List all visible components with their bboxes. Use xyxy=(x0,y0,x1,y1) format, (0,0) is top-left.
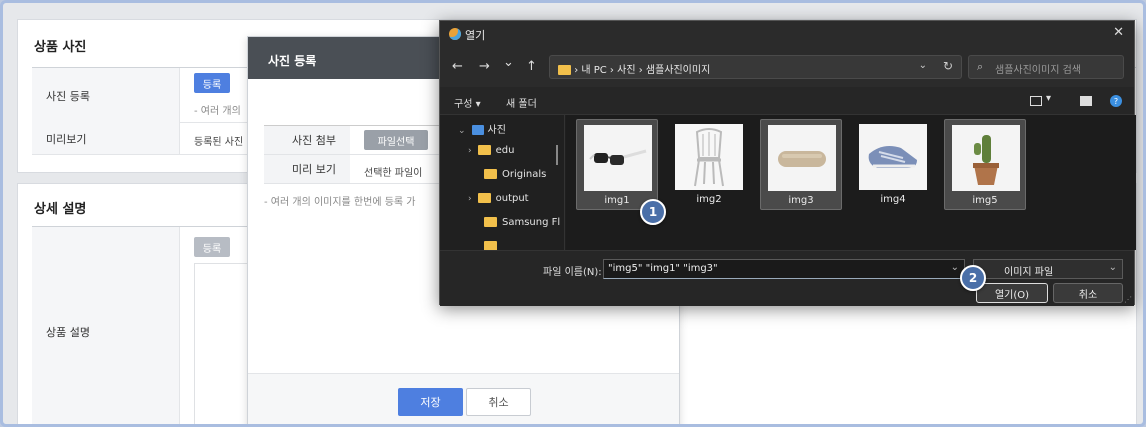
filetype-chevron-icon[interactable]: ⌄ xyxy=(1109,262,1117,273)
cactus-icon xyxy=(952,125,1020,191)
cushion-icon xyxy=(768,125,836,191)
file-tile-img1[interactable]: img1 xyxy=(576,119,658,210)
folder-icon xyxy=(484,217,497,227)
file-tile-img4[interactable]: img4 xyxy=(852,119,934,210)
search-icon: ⌕ xyxy=(977,60,984,73)
tree-expand-icon[interactable]: › xyxy=(468,194,472,204)
up-arrow-icon[interactable]: ↑ xyxy=(526,59,537,74)
photos-icon xyxy=(471,125,484,135)
folder-icon xyxy=(484,169,497,179)
organize-menu[interactable]: 구성 ▾ xyxy=(454,95,481,110)
forward-arrow-icon[interactable]: → xyxy=(479,59,490,74)
modal-preview-value: 선택한 파일이 xyxy=(364,168,423,179)
preview-pane-icon[interactable] xyxy=(1080,96,1092,106)
modal-hint: - 여러 개의 이미지를 한번에 등록 가 xyxy=(264,197,416,208)
detail-editor-area[interactable] xyxy=(194,263,254,424)
save-button[interactable]: 저장 xyxy=(398,388,463,416)
register-button[interactable]: 등록 xyxy=(194,73,230,93)
address-path: › 내 PC › 사진 › 샘플사진이미지 xyxy=(558,61,710,76)
register-hint: - 여러 개의 xyxy=(194,106,241,117)
dialog-cancel-button[interactable]: 취소 xyxy=(1053,283,1123,303)
address-bar[interactable]: › 내 PC › 사진 › 샘플사진이미지 ⌄ ↻ xyxy=(549,55,962,79)
filename-value: "img5" "img1" "img3" xyxy=(608,263,718,274)
search-input[interactable]: ⌕ 샘플사진이미지 검색 xyxy=(968,55,1124,79)
filename-chevron-icon[interactable]: ⌄ xyxy=(951,262,959,273)
file-name: img4 xyxy=(880,194,906,205)
folder-icon xyxy=(477,193,491,203)
detail-desc-label: 상품 설명 xyxy=(32,227,180,424)
tree-label: output xyxy=(495,193,529,204)
filename-input[interactable]: "img5" "img1" "img3" ⌄ xyxy=(603,259,965,279)
modal-preview-label: 미리 보기 xyxy=(264,155,350,183)
file-select-button[interactable]: 파일선택 xyxy=(364,130,428,150)
product-photo-title: 상품 사진 xyxy=(34,40,87,55)
open-button[interactable]: 열기(O) xyxy=(976,283,1048,303)
modal-footer: 저장 취소 xyxy=(248,373,679,424)
tree-expand-icon[interactable]: ⌄ xyxy=(458,126,466,136)
folder-icon xyxy=(484,241,497,250)
preview-value: 등록된 사진 xyxy=(194,137,244,148)
dialog-titlebar[interactable]: 열기 ✕ xyxy=(440,21,1134,47)
file-name: img5 xyxy=(972,195,998,206)
file-tile-img3[interactable]: img3 xyxy=(760,119,842,210)
filetype-select[interactable]: 이미지 파일 ⌄ xyxy=(973,259,1123,279)
dialog-title: 열기 xyxy=(465,29,486,42)
close-icon[interactable]: ✕ xyxy=(1113,25,1124,40)
filename-label: 파일 이름(N): xyxy=(543,267,602,278)
sunglasses-icon xyxy=(584,125,652,191)
dialog-navbar: ← → ⌄ ↑ › 내 PC › 사진 › 샘플사진이미지 ⌄ ↻ ⌕ 샘플사진… xyxy=(440,47,1134,87)
tree-expand-icon[interactable]: › xyxy=(468,146,472,156)
file-name: img3 xyxy=(788,195,814,206)
view-mode-icon[interactable] xyxy=(1030,96,1042,106)
step-marker-2: 2 xyxy=(960,265,986,291)
register-label: 사진 등록 xyxy=(32,68,180,123)
app-frame: 상품 사진 사진 등록 등록 - 여러 개의 미리보기 등록된 사진 상세 설명… xyxy=(0,0,1146,427)
tree-item-edu[interactable]: › edu xyxy=(468,145,514,156)
sneaker-icon xyxy=(859,124,927,190)
tree-item-cutoff xyxy=(484,241,502,250)
modal-title: 사진 등록 xyxy=(268,54,317,68)
address-text: › 내 PC › 사진 › 샘플사진이미지 xyxy=(574,65,711,76)
tree-item-output[interactable]: › output xyxy=(468,193,529,204)
chair-icon xyxy=(675,124,743,190)
detail-title: 상세 설명 xyxy=(34,202,87,217)
command-bar: 구성 ▾ 새 폴더 ▾ ? xyxy=(440,87,1134,115)
resize-grip-icon[interactable]: ⋰ xyxy=(1124,295,1132,304)
file-tile-img5[interactable]: img5 xyxy=(944,119,1026,210)
folder-icon xyxy=(558,65,571,75)
modal-cancel-button[interactable]: 취소 xyxy=(466,388,531,416)
recent-chevron-icon[interactable]: ⌄ xyxy=(503,55,514,70)
attach-label: 사진 첨부 xyxy=(264,126,350,154)
tree-label: Originals xyxy=(502,169,547,180)
app-icon xyxy=(449,28,461,40)
tree-label: edu xyxy=(495,145,515,156)
search-placeholder: 샘플사진이미지 검색 xyxy=(995,65,1081,76)
help-icon[interactable]: ? xyxy=(1110,95,1122,107)
dialog-bottom-bar: 파일 이름(N): "img5" "img1" "img3" ⌄ 이미지 파일 … xyxy=(440,250,1134,306)
view-chevron-icon[interactable]: ▾ xyxy=(1046,93,1051,104)
step-marker-1: 1 xyxy=(640,199,666,225)
tree-item-photos[interactable]: ⌄ 사진 xyxy=(458,121,506,136)
refresh-icon[interactable]: ↻ xyxy=(943,59,953,73)
tree-item-originals[interactable]: Originals xyxy=(484,169,546,180)
tree-label: 사진 xyxy=(487,125,506,136)
file-open-dialog: 열기 ✕ ← → ⌄ ↑ › 내 PC › 사진 › 샘플사진이미지 ⌄ ↻ ⌕… xyxy=(439,20,1136,306)
file-name: img2 xyxy=(696,194,722,205)
back-arrow-icon[interactable]: ← xyxy=(452,59,463,74)
tree-scrollbar[interactable] xyxy=(556,145,558,165)
preview-label: 미리보기 xyxy=(32,123,180,154)
folder-icon xyxy=(477,145,491,155)
detail-register-button[interactable]: 등록 xyxy=(194,237,230,257)
address-chevron-icon[interactable]: ⌄ xyxy=(919,60,927,71)
tree-item-samsung[interactable]: Samsung Fl xyxy=(484,217,560,228)
folder-tree: ⌄ 사진 › edu Originals › output Samsung Fl xyxy=(440,115,565,250)
file-tile-img2[interactable]: img2 xyxy=(668,119,750,210)
filetype-value: 이미지 파일 xyxy=(1004,267,1054,278)
tree-label: Samsung Fl xyxy=(502,217,561,228)
file-grid: img1 img2 img3 img4 img5 xyxy=(566,115,1136,250)
new-folder-button[interactable]: 새 폴더 xyxy=(506,95,537,110)
